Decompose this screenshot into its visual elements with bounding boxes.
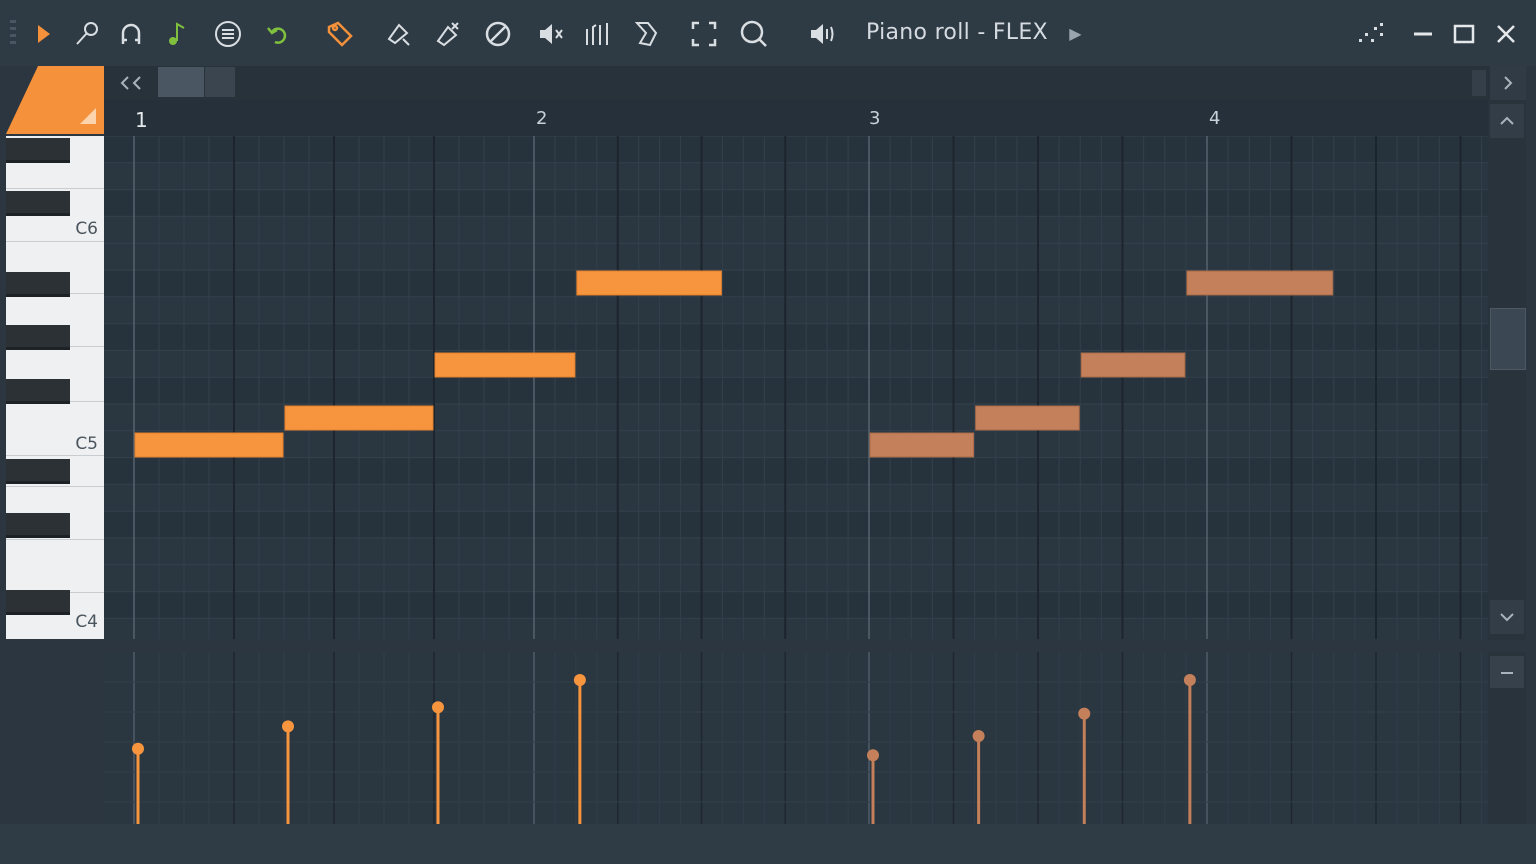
note[interactable] bbox=[576, 270, 722, 296]
velocity-handle[interactable] bbox=[573, 674, 586, 686]
grid-row-black bbox=[104, 189, 1488, 217]
bar-number: 4 bbox=[1209, 108, 1221, 129]
grid-row-black bbox=[104, 457, 1488, 485]
maximize-icon[interactable] bbox=[1447, 17, 1481, 51]
note[interactable] bbox=[975, 405, 1080, 431]
key-label-c6: C6 bbox=[75, 219, 98, 239]
velocity-panel-side bbox=[1488, 652, 1526, 824]
velocity-canvas[interactable] bbox=[104, 652, 1488, 824]
black-key[interactable] bbox=[6, 191, 70, 216]
key-label-c5: C5 bbox=[75, 434, 98, 454]
velocity-handle[interactable] bbox=[282, 720, 294, 733]
timeline-ruler[interactable]: 1 2 3 4 bbox=[104, 100, 1488, 136]
grid-row-black bbox=[104, 511, 1488, 538]
menu-icon[interactable] bbox=[211, 17, 245, 51]
speaker-icon[interactable] bbox=[806, 17, 840, 51]
wrench-icon[interactable] bbox=[70, 17, 104, 51]
note[interactable] bbox=[284, 405, 434, 431]
play-icon[interactable] bbox=[26, 17, 60, 51]
title-arrow-icon[interactable]: ▶ bbox=[1069, 24, 1082, 43]
delete-icon[interactable] bbox=[430, 17, 464, 51]
window-title-text: Piano roll - FLEX bbox=[866, 20, 1048, 45]
horizontal-scrollbar[interactable] bbox=[104, 66, 1526, 100]
toolbar: Piano roll - FLEX ▶ bbox=[0, 0, 1536, 66]
bottom-bar bbox=[0, 824, 1536, 864]
key-label-c4: C4 bbox=[75, 612, 98, 632]
scroll-left-fast-icon[interactable] bbox=[108, 70, 154, 96]
undo-icon[interactable] bbox=[261, 17, 295, 51]
velocity-handle[interactable] bbox=[132, 742, 144, 755]
black-key[interactable] bbox=[6, 459, 70, 484]
detach-icon[interactable] bbox=[1354, 17, 1388, 51]
black-key[interactable] bbox=[6, 325, 70, 350]
volume-mute-icon[interactable] bbox=[534, 17, 568, 51]
note-grid-canvas[interactable] bbox=[104, 136, 1488, 639]
scroll-track-end bbox=[1472, 70, 1486, 96]
note[interactable] bbox=[134, 432, 284, 458]
note[interactable] bbox=[1186, 270, 1334, 296]
bar-number: 2 bbox=[536, 108, 548, 129]
scroll-thumb[interactable] bbox=[1490, 308, 1526, 370]
note[interactable] bbox=[434, 352, 576, 378]
velocity-handle[interactable] bbox=[972, 730, 985, 742]
velocity-handle[interactable] bbox=[1078, 707, 1091, 720]
pencil-icon[interactable] bbox=[322, 17, 356, 51]
black-key[interactable] bbox=[6, 138, 70, 163]
black-key[interactable] bbox=[6, 379, 70, 404]
paint-icon[interactable] bbox=[381, 17, 415, 51]
note[interactable] bbox=[869, 432, 975, 458]
note[interactable] bbox=[1080, 352, 1186, 378]
scroll-up-icon[interactable] bbox=[1490, 104, 1524, 138]
velocity-handle[interactable] bbox=[432, 701, 444, 714]
slice-icon[interactable] bbox=[580, 17, 614, 51]
zoom-icon[interactable] bbox=[737, 17, 771, 51]
window-title: Piano roll - FLEX ▶ bbox=[866, 20, 1082, 45]
velocity-handle[interactable] bbox=[1183, 674, 1196, 686]
select-icon[interactable] bbox=[687, 17, 721, 51]
black-key[interactable] bbox=[6, 590, 70, 615]
velocity-background bbox=[104, 652, 1488, 824]
minimize-icon[interactable] bbox=[1406, 17, 1440, 51]
black-key[interactable] bbox=[6, 513, 70, 538]
drag-grip-icon[interactable] bbox=[8, 18, 18, 50]
piano-keyboard[interactable]: C6 C5 C4 bbox=[6, 136, 104, 639]
grid-row-black bbox=[104, 323, 1488, 351]
scroll-thumb[interactable] bbox=[158, 67, 204, 97]
grid-row-black bbox=[104, 136, 1488, 163]
pattern-corner-tab[interactable] bbox=[6, 66, 104, 134]
vertical-scrollbar[interactable] bbox=[1488, 100, 1526, 640]
bar-number: 1 bbox=[135, 108, 148, 132]
grid-row-black bbox=[104, 377, 1488, 404]
note-icon[interactable] bbox=[160, 17, 194, 51]
scroll-thumb-end[interactable] bbox=[205, 67, 235, 97]
velocity-panel[interactable] bbox=[104, 652, 1488, 824]
slip-icon[interactable] bbox=[630, 17, 664, 51]
velocity-handle[interactable] bbox=[867, 749, 879, 762]
scroll-right-icon[interactable] bbox=[1490, 66, 1526, 100]
scroll-down-icon[interactable] bbox=[1490, 600, 1524, 634]
black-key[interactable] bbox=[6, 272, 70, 297]
bar-number: 3 bbox=[869, 108, 881, 129]
magnet-icon[interactable] bbox=[114, 17, 148, 51]
note-grid[interactable] bbox=[104, 136, 1488, 639]
mute-icon[interactable] bbox=[481, 17, 515, 51]
grid-row-black bbox=[104, 591, 1488, 619]
collapse-panel-icon[interactable] bbox=[1490, 656, 1524, 688]
close-icon[interactable] bbox=[1489, 17, 1523, 51]
